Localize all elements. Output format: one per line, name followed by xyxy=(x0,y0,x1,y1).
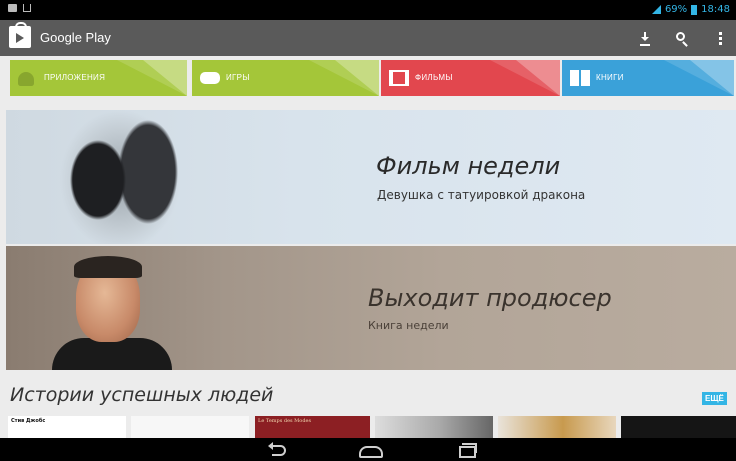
movie-poster xyxy=(40,110,200,244)
category-movies[interactable]: ФИЛЬМЫ xyxy=(381,60,560,96)
overflow-menu-icon[interactable] xyxy=(708,26,732,50)
book-item[interactable]: Le Temps des Modes xyxy=(255,416,370,438)
usb-icon xyxy=(23,4,31,12)
book-item[interactable] xyxy=(498,416,616,438)
category-books[interactable]: КНИГИ xyxy=(562,60,734,96)
category-games[interactable]: ИГРЫ xyxy=(192,60,379,96)
book-item[interactable]: Стив Джобс xyxy=(8,416,126,438)
book-cover-text: Стив Джобс xyxy=(11,418,46,424)
category-tiles: ПРИЛОЖЕНИЯ ИГРЫ ФИЛЬМЫ КНИГИ xyxy=(10,60,734,96)
author-portrait xyxy=(52,254,172,370)
featured-movie-title: Девушка с татуировкой дракона xyxy=(377,188,586,202)
status-bar-left xyxy=(8,4,31,12)
category-movies-label: ФИЛЬМЫ xyxy=(415,73,453,82)
book-item[interactable] xyxy=(621,416,736,438)
featured-book-banner[interactable]: Выходит продюсер Книга недели xyxy=(6,246,736,370)
status-bar: 69% 18:48 xyxy=(0,0,736,20)
recent-apps-icon[interactable] xyxy=(452,441,478,458)
home-icon[interactable] xyxy=(356,441,383,458)
store-home: ПРИЛОЖЕНИЯ ИГРЫ ФИЛЬМЫ КНИГИ Фильм недел… xyxy=(0,56,736,438)
gamepad-icon xyxy=(200,72,220,84)
signal-icon xyxy=(651,5,661,14)
download-icon[interactable] xyxy=(633,26,657,50)
book-cover-text xyxy=(498,416,616,420)
navigation-bar xyxy=(0,438,736,461)
category-apps-label: ПРИЛОЖЕНИЯ xyxy=(44,73,106,82)
category-books-label: КНИГИ xyxy=(596,73,624,82)
category-apps[interactable]: ПРИЛОЖЕНИЯ xyxy=(10,60,187,96)
featured-movie-heading: Фильм недели xyxy=(376,152,561,180)
category-games-label: ИГРЫ xyxy=(226,73,250,82)
featured-book-heading: Выходит продюсер xyxy=(368,284,612,312)
battery-percent: 69% xyxy=(664,4,688,15)
book-cover-text xyxy=(621,416,736,420)
clock: 18:48 xyxy=(701,4,730,15)
app-title: Google Play xyxy=(40,30,111,45)
book-item[interactable] xyxy=(131,416,249,438)
android-icon xyxy=(18,72,34,86)
status-bar-right: 69% 18:48 xyxy=(651,4,730,15)
book-item[interactable] xyxy=(375,416,493,438)
book-icon xyxy=(570,70,590,86)
featured-movie-banner[interactable]: Фильм недели Девушка с татуировкой драко… xyxy=(6,110,736,244)
film-icon xyxy=(389,70,409,86)
battery-icon xyxy=(691,4,698,15)
back-icon[interactable] xyxy=(266,441,292,458)
book-list: Стив Джобс Le Temps des Modes xyxy=(8,416,736,438)
book-cover-text xyxy=(375,416,493,420)
more-button[interactable]: ЕЩЁ xyxy=(702,392,727,405)
book-cover-text xyxy=(131,416,249,420)
search-icon[interactable] xyxy=(670,26,694,50)
notification-icon xyxy=(8,4,17,12)
play-store-icon[interactable] xyxy=(9,22,31,48)
action-bar: Google Play xyxy=(0,20,736,56)
section-title: Истории успешных людей xyxy=(10,384,274,406)
featured-book-subtitle: Книга недели xyxy=(368,319,449,332)
book-cover-text: Le Temps des Modes xyxy=(258,418,312,424)
